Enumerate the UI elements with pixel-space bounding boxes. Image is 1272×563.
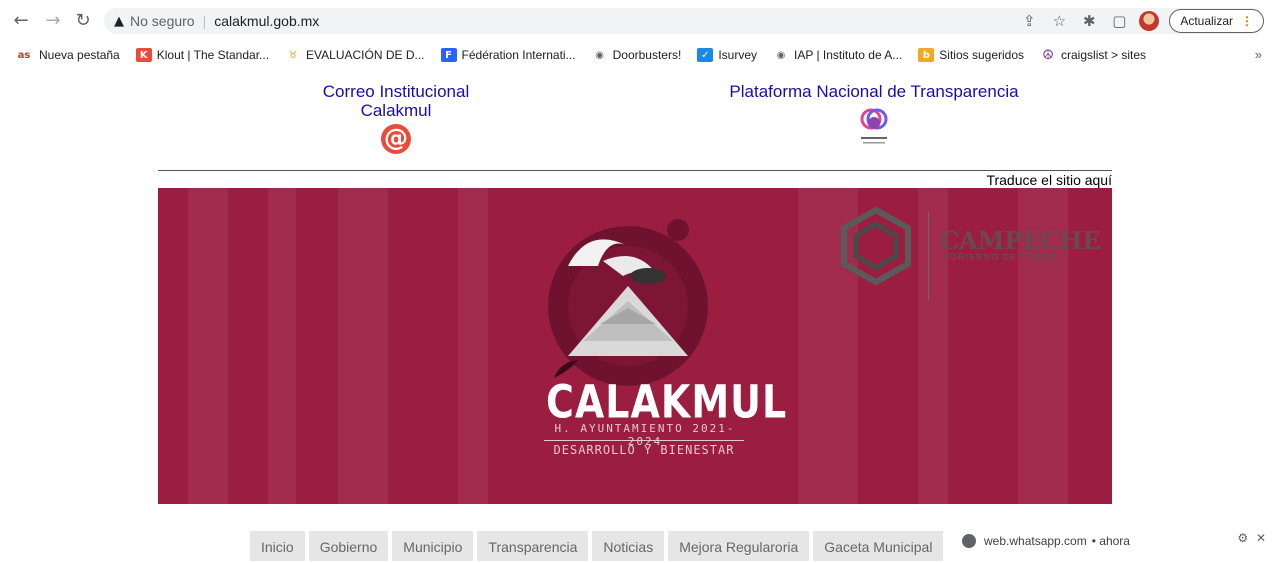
menu-item-inicio[interactable]: Inicio [250, 531, 305, 561]
browser-toolbar: ← → ↻ ▲ No seguro | calakmul.gob.mx ⇪ ☆ … [0, 0, 1272, 40]
bookmark-label: Klout | The Standar... [156, 48, 270, 62]
bookmark-label: Sitios sugeridos [939, 48, 1025, 62]
banner-motto: DESARROLLO Y BIENESTAR [544, 440, 744, 457]
translate-label[interactable]: Traduce el sitio aquí [900, 172, 1112, 188]
notification-source: web.whatsapp.com [984, 534, 1087, 548]
menu-item-noticias[interactable]: Noticias [592, 531, 665, 561]
bookmark-item[interactable]: b Sitios sugeridos [918, 48, 1024, 62]
share-icon[interactable]: ⇪ [1019, 11, 1039, 31]
warning-icon[interactable]: ▲ [114, 14, 124, 29]
correo-line2: Calakmul [360, 101, 432, 120]
f-icon: F [440, 48, 457, 62]
forward-arrow-icon[interactable]: → [40, 7, 66, 33]
update-button[interactable]: Actualizar ⋮ [1169, 9, 1264, 33]
banner-name: CALAKMUL [546, 375, 788, 429]
correo-link[interactable]: Correo Institucional Calakmul @ [296, 82, 496, 154]
pnt-link[interactable]: Plataforma Nacional de Transparencia [696, 82, 1052, 149]
notification-controls: ⚙ ✕ [1237, 531, 1266, 545]
bookmark-item[interactable]: F Fédération Internati... [440, 48, 576, 62]
bookmark-item[interactable]: as Nueva pestaña [14, 48, 120, 62]
trophy-icon: ♉ [288, 49, 298, 61]
menu-item-gaceta[interactable]: Gaceta Municipal [813, 531, 944, 561]
globe-icon: ◉ [595, 49, 604, 61]
extensions-icon[interactable]: ✱ [1079, 11, 1099, 31]
separator: | [202, 13, 207, 29]
check-icon: ✓ [697, 48, 714, 62]
bookmark-label: Nueva pestaña [39, 48, 120, 62]
globe-icon: ◉ [776, 49, 786, 61]
bookmark-label: craigslist > sites [1061, 48, 1147, 62]
update-label: Actualizar [1180, 14, 1233, 28]
close-icon[interactable]: ✕ [1256, 531, 1266, 545]
bookmark-label: Fédération Internati... [461, 48, 576, 62]
peace-icon: ☮ [1042, 47, 1054, 63]
bookmark-item[interactable]: ◉ Doorbusters! [592, 48, 682, 62]
bookmark-item[interactable]: ✓ Isurvey [697, 48, 757, 62]
pnt-title: Plataforma Nacional de Transparencia [729, 82, 1019, 101]
bookmark-label: Isurvey [718, 48, 757, 62]
sidepanel-icon[interactable]: ▢ [1109, 11, 1129, 31]
url-text: calakmul.gob.mx [214, 13, 320, 29]
notification-time: • ahora [1091, 534, 1130, 548]
bing-icon: b [918, 48, 935, 62]
security-label: No seguro [130, 13, 195, 29]
bookmark-item[interactable]: ◉ IAP | Instituto de A... [773, 48, 903, 62]
divider [158, 170, 1112, 171]
notification-toast[interactable]: web.whatsapp.com • ahora ⚙ ✕ [952, 526, 1272, 556]
page-content: Correo Institucional Calakmul @ Platafor… [0, 70, 1272, 561]
chevron-right-icon[interactable]: » [1255, 47, 1262, 62]
klout-icon: K [135, 48, 152, 62]
campeche-logo-icon [841, 206, 911, 286]
menu-item-gobierno[interactable]: Gobierno [308, 531, 389, 561]
menu-item-transparencia[interactable]: Transparencia [477, 531, 589, 561]
menu-item-municipio[interactable]: Municipio [392, 531, 474, 561]
bookmark-item[interactable]: K Klout | The Standar... [135, 48, 270, 62]
bookmark-label: IAP | Instituto de A... [794, 48, 903, 62]
pnt-logo-icon[interactable] [851, 103, 897, 149]
bookmark-label: Doorbusters! [612, 48, 682, 62]
campeche-divider [928, 212, 929, 300]
bookmarks-bar: as Nueva pestaña K Klout | The Standar..… [0, 44, 1272, 66]
bookmark-label: EVALUACIÓN DE D... [306, 48, 425, 62]
main-menu: Inicio Gobierno Municipio Transparencia … [250, 531, 944, 561]
star-icon[interactable]: ☆ [1049, 11, 1069, 31]
menu-item-mejora[interactable]: Mejora Regularoria [668, 531, 810, 561]
avatar[interactable] [1139, 11, 1160, 31]
bookmark-item[interactable]: ☮ craigslist > sites [1040, 47, 1147, 63]
chrome-icon [962, 534, 976, 548]
campeche-motto: GOBIERNO DE TODOS [942, 252, 1058, 262]
mail-at-icon[interactable]: @ [381, 124, 411, 154]
bookmark-item[interactable]: ♉ EVALUACIÓN DE D... [285, 48, 425, 62]
banner: CALAKMUL H. AYUNTAMIENTO 2021-2024 DESAR… [158, 188, 1112, 504]
campeche-name: CAMPECHE [940, 226, 1101, 255]
toolbar-actions: ⇪ ☆ ✱ ▢ Actualizar ⋮ [1019, 8, 1264, 34]
menu-dots-icon: ⋮ [1241, 14, 1253, 28]
gear-icon[interactable]: ⚙ [1237, 531, 1248, 545]
as-icon: as [17, 49, 31, 61]
reload-icon[interactable]: ↻ [70, 7, 96, 33]
back-arrow-icon[interactable]: ← [8, 7, 34, 33]
correo-line1: Correo Institucional [322, 82, 470, 101]
